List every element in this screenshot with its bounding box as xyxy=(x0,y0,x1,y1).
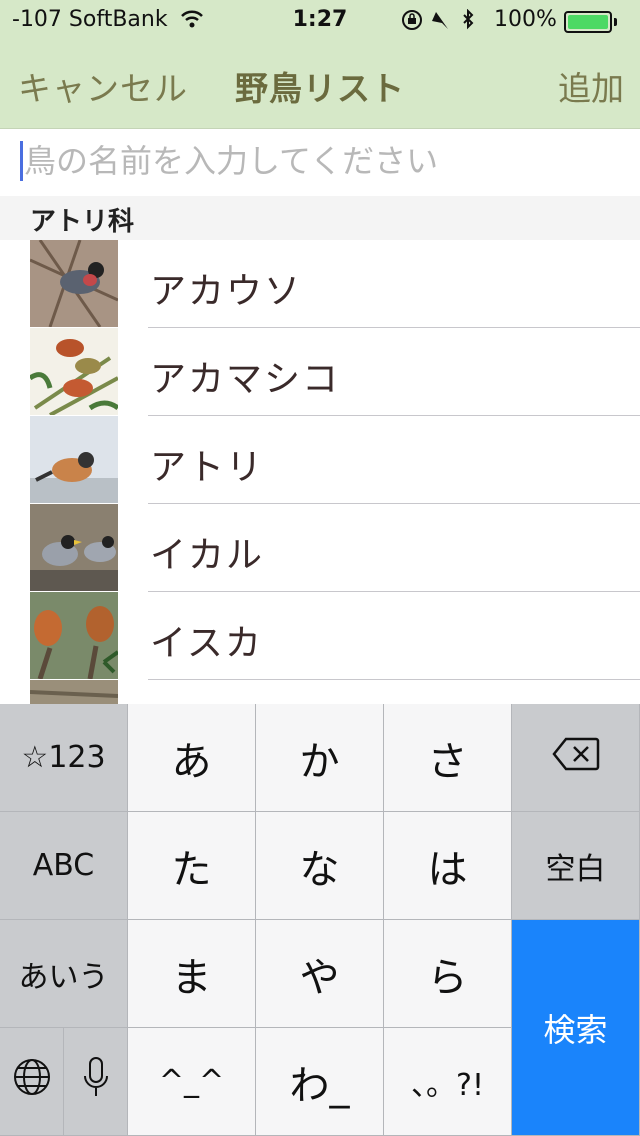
list-item-partial[interactable] xyxy=(0,680,640,704)
globe-icon xyxy=(12,1057,52,1107)
microphone-key[interactable] xyxy=(64,1028,128,1136)
status-icons xyxy=(402,8,488,37)
key-ya[interactable]: や xyxy=(256,920,384,1028)
key-ra[interactable]: ら xyxy=(384,920,512,1028)
bird-name: イスカ xyxy=(150,623,263,664)
bird-photo xyxy=(30,592,118,679)
key-hiragana[interactable]: あいう xyxy=(0,920,128,1028)
bird-name: アカウソ xyxy=(150,271,303,312)
bird-photo xyxy=(30,504,118,591)
battery-percent: 100% xyxy=(494,7,557,32)
key-ta[interactable]: た xyxy=(128,812,256,920)
key-na[interactable]: な xyxy=(256,812,384,920)
bird-photo xyxy=(30,240,118,327)
microphone-icon xyxy=(82,1056,110,1108)
list-item[interactable]: アカウソ xyxy=(0,240,640,328)
bird-name: アトリ xyxy=(150,447,265,488)
key-abc[interactable]: ABC xyxy=(0,812,128,920)
key-punctuation[interactable]: 、。?! xyxy=(384,1028,512,1136)
bird-name: イカル xyxy=(150,535,265,576)
key-numbers[interactable]: ☆123 xyxy=(0,704,128,812)
page-title: 野鳥リスト xyxy=(235,69,405,108)
key-emoticon[interactable]: ^_^ xyxy=(128,1028,256,1136)
bird-photo xyxy=(30,416,118,503)
bird-name: アカマシコ xyxy=(150,359,341,400)
list-item[interactable]: アカマシコ xyxy=(0,328,640,416)
battery-icon xyxy=(564,11,617,33)
bird-photo xyxy=(30,328,118,415)
key-wa[interactable]: わ_ xyxy=(256,1028,384,1136)
key-ma[interactable]: ま xyxy=(128,920,256,1028)
key-ka[interactable]: か xyxy=(256,704,384,812)
add-button[interactable]: 追加 xyxy=(558,62,624,110)
header: -107 SoftBank 1:27 100% キャンセル 野鳥リスト 追加 xyxy=(0,0,640,129)
list-item[interactable]: イスカ xyxy=(0,592,640,680)
section-header: アトリ科 xyxy=(0,196,640,240)
bird-photo xyxy=(30,680,118,704)
japanese-keyboard: ☆123 あ か さ ABC た な は 空白 あいう ま や ら 検索 ^_^… xyxy=(0,704,640,1136)
search-bar xyxy=(0,129,640,196)
key-sa[interactable]: さ xyxy=(384,704,512,812)
delete-key[interactable] xyxy=(512,704,640,812)
search-input[interactable] xyxy=(24,137,624,185)
search-key[interactable]: 検索 xyxy=(512,920,640,1136)
text-cursor xyxy=(20,141,23,181)
status-bar: -107 SoftBank 1:27 100% xyxy=(0,0,640,40)
delete-icon xyxy=(551,735,600,781)
key-a[interactable]: あ xyxy=(128,704,256,812)
section-title: アトリ科 xyxy=(30,207,135,237)
list-item[interactable]: アトリ xyxy=(0,416,640,504)
key-ha[interactable]: は xyxy=(384,812,512,920)
navigation-bar: キャンセル 野鳥リスト 追加 xyxy=(0,40,640,128)
list-item[interactable]: イカル xyxy=(0,504,640,592)
key-space[interactable]: 空白 xyxy=(512,812,640,920)
globe-key[interactable] xyxy=(0,1028,64,1136)
